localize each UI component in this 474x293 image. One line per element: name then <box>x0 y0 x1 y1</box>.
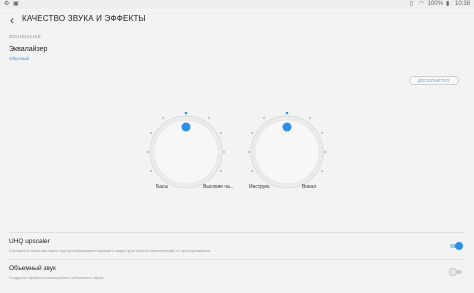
knob-label-vocal: Вокал <box>302 184 317 190</box>
knob-bass-treble[interactable] <box>147 111 225 189</box>
knob-indicator[interactable] <box>181 122 191 132</box>
setting-row-uhq[interactable]: UHQ upscaler Улучшение качества звука пр… <box>0 234 474 258</box>
knob-label-treble: Высокие ча... <box>203 184 234 190</box>
setting-row-surround[interactable]: Объемный звук Создание эффекта насыщенно… <box>0 261 474 285</box>
setting-title-surround: Объемный звук <box>9 265 56 272</box>
knob-label-bass: Басы <box>156 184 169 190</box>
surround-toggle[interactable] <box>449 268 463 276</box>
divider <box>9 232 465 233</box>
knob-label-instrument: Инструм. <box>249 184 271 190</box>
setting-title-uhq: UHQ upscaler <box>9 238 50 245</box>
knob-instrument-vocal[interactable] <box>248 111 326 189</box>
divider <box>9 259 465 260</box>
uhq-toggle[interactable] <box>449 242 463 250</box>
setting-subtitle-surround: Создание эффекта насыщенного объемного з… <box>9 275 105 280</box>
knob-indicator[interactable] <box>282 122 292 132</box>
setting-subtitle-uhq: Улучшение качества звука при прослушиван… <box>9 248 212 253</box>
